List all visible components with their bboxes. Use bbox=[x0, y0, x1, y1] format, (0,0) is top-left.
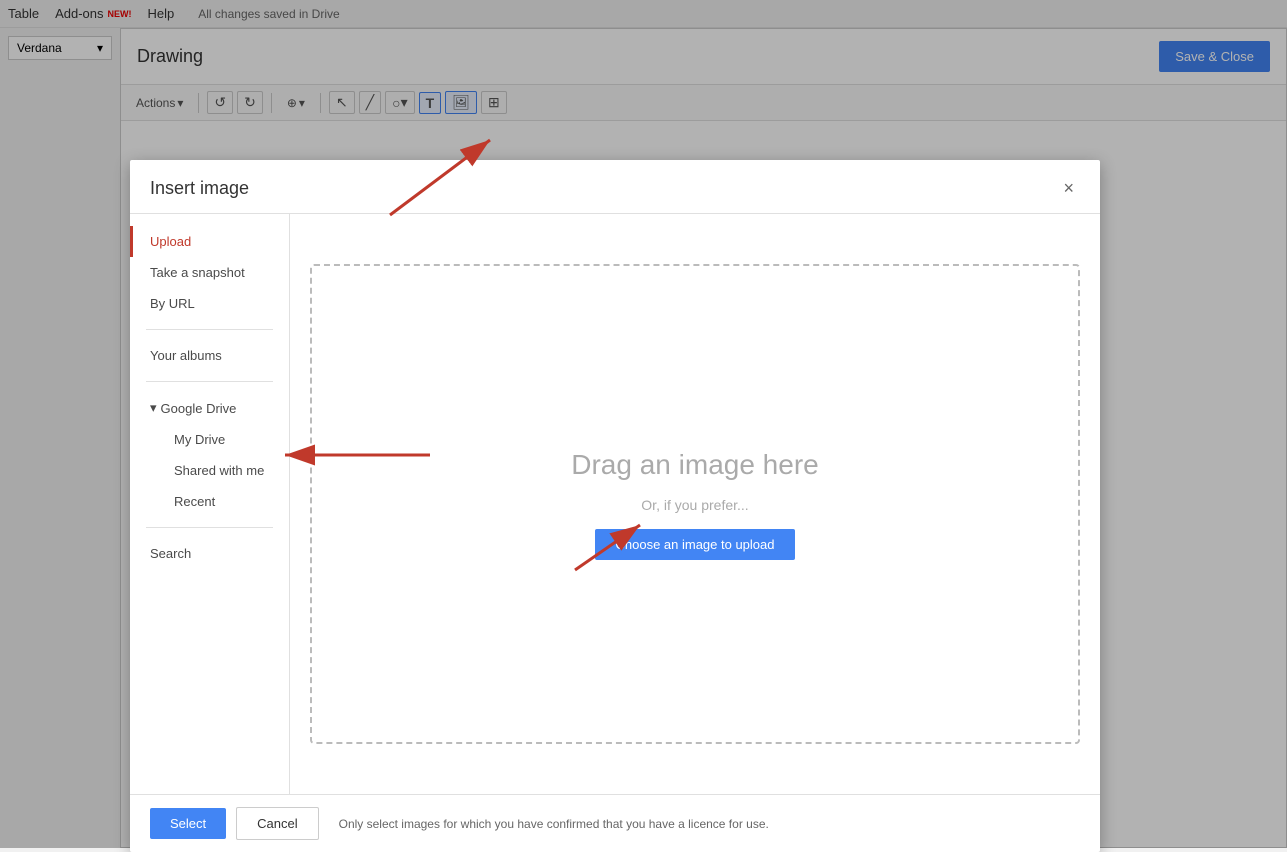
shared-label: Shared with me bbox=[174, 463, 264, 478]
sidebar-item-shared[interactable]: Shared with me bbox=[130, 455, 289, 486]
dialog-footer: Select Cancel Only select images for whi… bbox=[130, 794, 1100, 852]
select-button[interactable]: Select bbox=[150, 808, 226, 839]
upload-label: Upload bbox=[150, 234, 191, 249]
sidebar-item-snapshot[interactable]: Take a snapshot bbox=[130, 257, 289, 288]
google-drive-dropdown-icon: ▾ bbox=[150, 400, 157, 416]
sidebar-divider-2 bbox=[146, 381, 273, 382]
drop-zone[interactable]: Drag an image here Or, if you prefer... … bbox=[310, 264, 1080, 744]
license-text: Only select images for which you have co… bbox=[339, 817, 769, 831]
dialog-body: Upload Take a snapshot By URL Your album… bbox=[130, 214, 1100, 794]
insert-image-dialog: Insert image × Upload Take a snapshot By… bbox=[130, 160, 1100, 852]
snapshot-label: Take a snapshot bbox=[150, 265, 245, 280]
sidebar-item-upload[interactable]: Upload bbox=[130, 226, 289, 257]
sidebar-item-byurl[interactable]: By URL bbox=[130, 288, 289, 319]
cancel-button[interactable]: Cancel bbox=[236, 807, 318, 840]
dialog-main: Drag an image here Or, if you prefer... … bbox=[290, 214, 1100, 794]
sidebar-divider-3 bbox=[146, 527, 273, 528]
dialog-sidebar: Upload Take a snapshot By URL Your album… bbox=[130, 214, 290, 794]
dialog-title: Insert image bbox=[150, 178, 249, 199]
google-drive-label: Google Drive bbox=[161, 401, 237, 416]
sidebar-item-search[interactable]: Search bbox=[130, 538, 289, 569]
sidebar-item-mydrive[interactable]: My Drive bbox=[130, 424, 289, 455]
sidebar-item-recent[interactable]: Recent bbox=[130, 486, 289, 517]
drop-zone-subtitle: Or, if you prefer... bbox=[641, 497, 748, 513]
albums-label: Your albums bbox=[150, 348, 222, 363]
sidebar-divider-1 bbox=[146, 329, 273, 330]
drop-zone-title: Drag an image here bbox=[571, 449, 818, 481]
search-label: Search bbox=[150, 546, 191, 561]
dialog-header: Insert image × bbox=[130, 160, 1100, 214]
sidebar-googledrive-group[interactable]: ▾ Google Drive bbox=[130, 392, 289, 424]
mydrive-label: My Drive bbox=[174, 432, 225, 447]
dialog-close-button[interactable]: × bbox=[1057, 176, 1080, 201]
recent-label: Recent bbox=[174, 494, 215, 509]
choose-image-button[interactable]: Choose an image to upload bbox=[595, 529, 794, 560]
sidebar-item-albums[interactable]: Your albums bbox=[130, 340, 289, 371]
byurl-label: By URL bbox=[150, 296, 195, 311]
